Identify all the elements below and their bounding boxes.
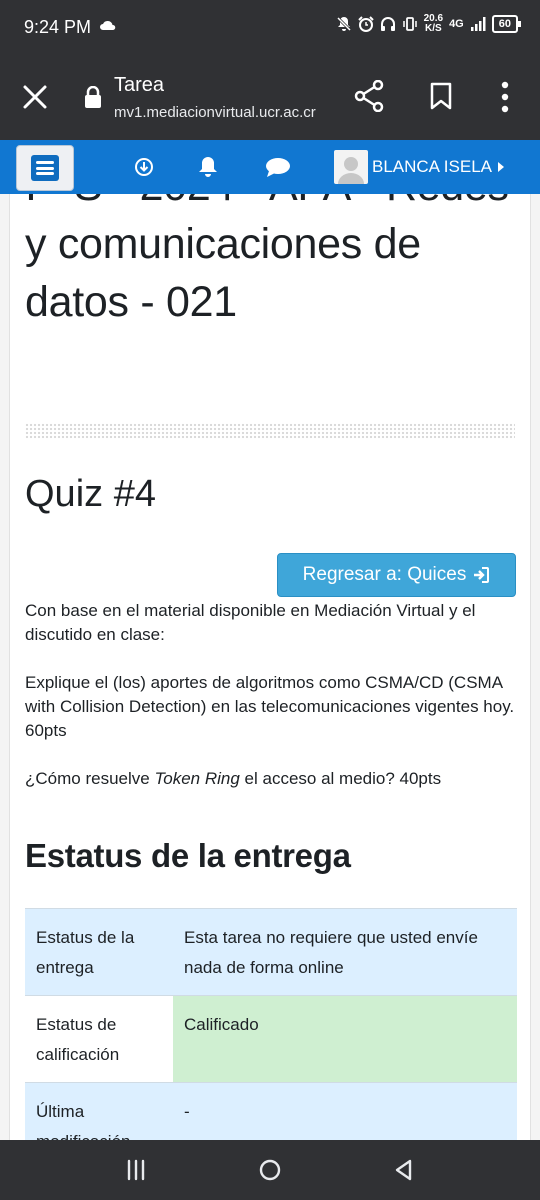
url-text[interactable]: mv1.mediacionvirtual.ucr.ac.cr [114,104,316,121]
bookmark-icon[interactable] [430,82,452,110]
alarm-icon [357,16,374,32]
net-speed-unit: K/S [424,23,442,34]
status-icons: 20.6 K/S 4G 60 [336,14,522,34]
browser-toolbar: Tarea mv1.mediacionvirtual.ucr.ac.cr [0,56,540,140]
assignment-title: Quiz #4 [25,473,156,515]
web-page: BLANCA ISELA I - S - 2024 - APA - Redes … [0,140,540,1140]
vibrate-icon [402,17,417,31]
site-navbar: BLANCA ISELA [0,140,540,194]
battery-icon: 60 [491,15,522,33]
tab-title: Tarea [114,74,165,96]
row-label: Estatus de la entrega [25,908,173,996]
net-speed: 20.6 K/S [424,14,443,34]
status-bar: 9:24 PM 20.6 K/S 4G 60 [0,0,540,56]
chat-icon[interactable] [265,156,291,178]
menu-button[interactable] [16,145,74,191]
row-value: - [173,1082,517,1140]
intro-text: Con base en el material disponible en Me… [25,601,476,644]
user-name: BLANCA ISELA [372,157,493,176]
question-2-emphasis: Token Ring [154,769,240,788]
row-value: Calificado [173,995,517,1083]
mute-icon [336,16,351,32]
download-icon[interactable] [133,156,155,178]
bell-icon[interactable] [197,156,219,178]
question-2-prefix: ¿Cómo resuelve [25,769,155,788]
share-icon[interactable] [354,80,384,112]
table-row: Estatus de la entrega Esta tarea no requ… [25,908,517,996]
signal-icon [470,17,486,31]
avatar-icon [334,150,368,184]
hamburger-icon [31,155,59,181]
sign-in-icon [474,567,490,583]
caret-right-icon [498,162,505,172]
divider [25,423,515,439]
question-2: ¿Cómo resuelve Token Ring el acceso al m… [25,767,515,791]
submission-status-heading: Estatus de la entrega [25,837,351,874]
clock: 9:24 PM [24,17,92,37]
question-1: Explique el (los) aportes de algoritmos … [25,673,515,740]
system-nav-bar [0,1140,540,1200]
table-row: Última modificación - [25,1082,517,1140]
recents-icon[interactable] [124,1158,148,1182]
user-menu[interactable]: BLANCA ISELA [334,150,506,184]
cloud-icon [100,20,116,30]
row-value: Esta tarea no requiere que usted envíe n… [173,908,517,996]
back-button-label: Regresar a: Quices [302,564,467,585]
back-to-quizzes-button[interactable]: Regresar a: Quices [277,553,516,597]
table-row: Estatus de calificación Calificado [25,995,517,1083]
headphones-icon [380,17,395,31]
lock-icon[interactable] [84,86,102,108]
more-vert-icon[interactable] [496,80,514,114]
row-label: Estatus de calificación [25,995,173,1083]
close-icon[interactable] [22,84,48,110]
assignment-description: Con base en el material disponible en Me… [25,599,515,815]
row-label: Última modificación [25,1082,173,1140]
back-icon[interactable] [392,1158,416,1182]
home-icon[interactable] [258,1158,282,1182]
question-2-suffix: el acceso al medio? 40pts [239,769,442,788]
network-type: 4G [449,18,464,30]
submission-status-table: Estatus de la entrega Esta tarea no requ… [25,908,517,1140]
main-card: I - S - 2024 - APA - Redes y comunicacio… [9,162,531,1140]
